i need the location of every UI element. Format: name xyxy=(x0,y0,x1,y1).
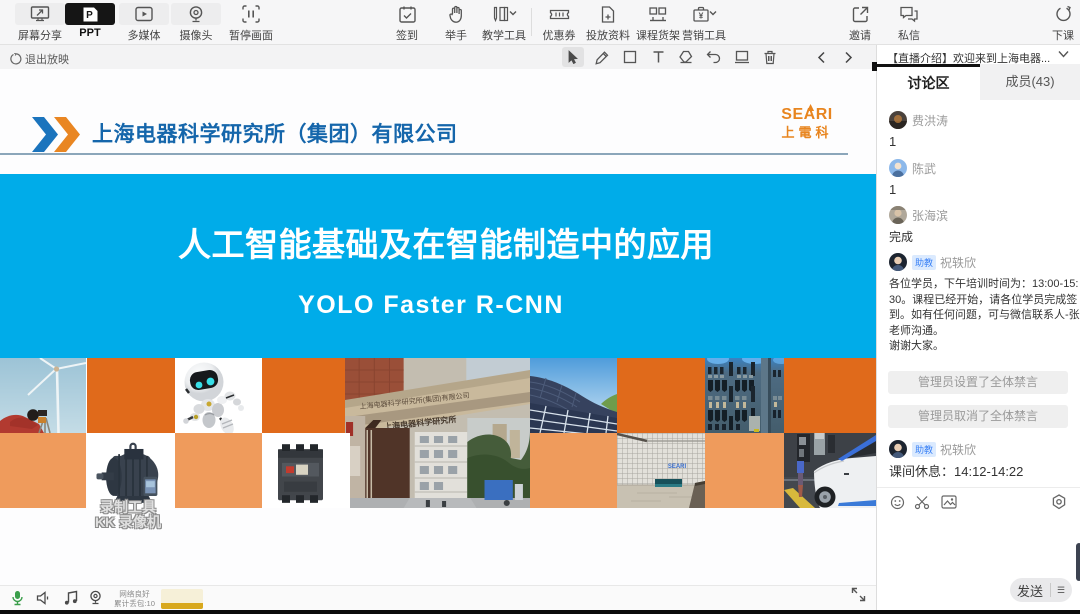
svg-text:SEARI: SEARI xyxy=(668,464,687,470)
svg-text:P: P xyxy=(86,10,93,21)
svg-text:¥: ¥ xyxy=(699,10,704,20)
